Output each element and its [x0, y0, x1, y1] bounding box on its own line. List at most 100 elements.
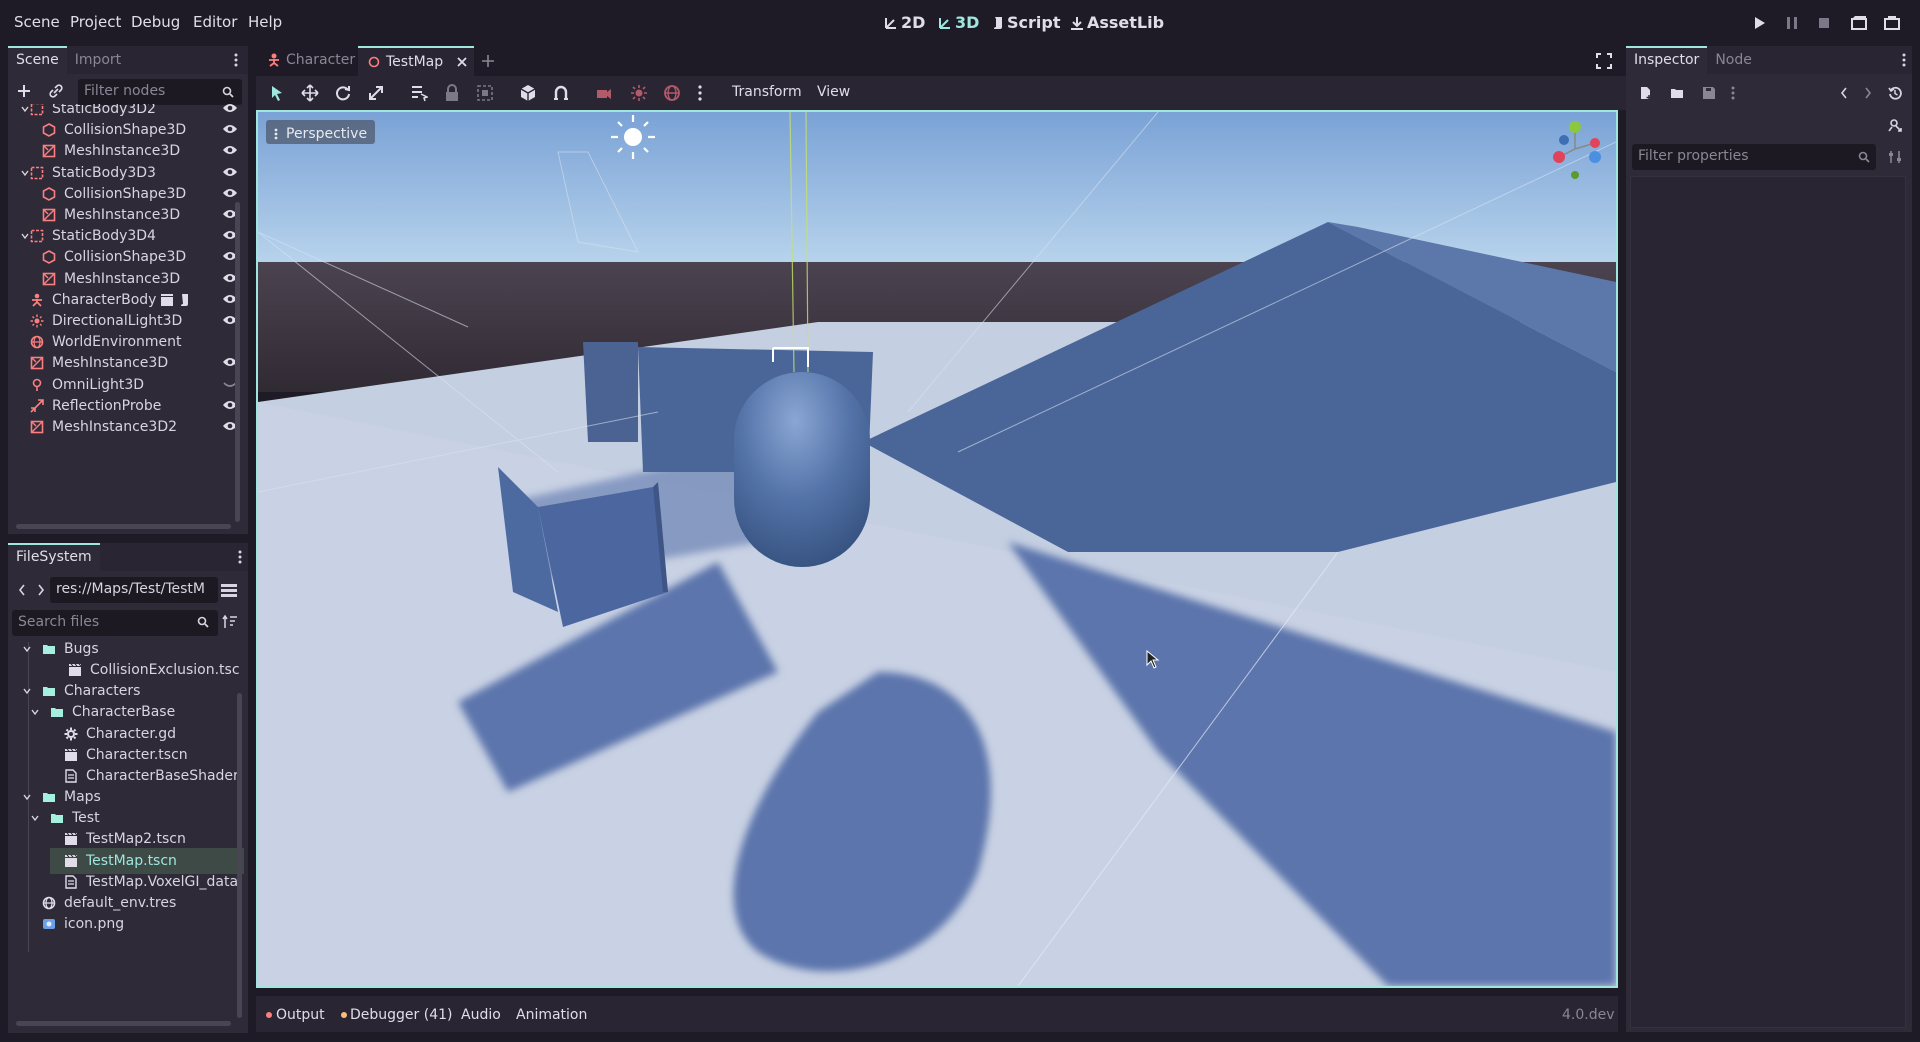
scene-tree-scrollbar[interactable] — [235, 202, 240, 522]
list-select-icon[interactable] — [410, 84, 428, 102]
tab-inspector[interactable]: Inspector — [1626, 46, 1708, 74]
visibility-eye-icon[interactable] — [222, 187, 238, 199]
menu-project[interactable]: Project — [70, 13, 121, 31]
scale-tool-icon[interactable] — [367, 84, 385, 102]
group-icon[interactable] — [476, 84, 494, 102]
expand-arrow-icon[interactable] — [30, 707, 40, 717]
3d-viewport[interactable]: Perspective — [256, 110, 1618, 988]
visibility-eye-icon[interactable] — [222, 123, 238, 135]
add-node-icon[interactable] — [17, 84, 31, 98]
forward-icon[interactable] — [37, 584, 45, 596]
workspace-2d-button[interactable]: 2D — [884, 13, 925, 32]
scene-tree-node-label: CollisionShape3D — [64, 249, 187, 266]
stop-icon[interactable] — [1818, 17, 1830, 29]
search-icon — [222, 86, 234, 98]
scene-tree: StaticBody3D2 CollisionShape3D MeshInstanc… — [8, 104, 240, 524]
rotate-tool-icon[interactable] — [334, 84, 352, 102]
snap-icon[interactable] — [552, 84, 570, 102]
scene-tab-testmap[interactable]: TestMap — [358, 46, 474, 76]
select-tool-icon[interactable] — [268, 84, 286, 102]
filter-nodes-input[interactable]: Filter nodes — [78, 79, 242, 105]
more-options-icon[interactable] — [1731, 86, 1735, 100]
menu-debug[interactable]: Debug — [131, 13, 180, 31]
close-icon[interactable] — [457, 57, 467, 67]
scene-tree-node-label: MeshInstance3D — [52, 355, 169, 372]
scene-tree-hscrollbar[interactable] — [16, 524, 231, 529]
inspector-dock: Inspector Node Filter properties — [1626, 46, 1912, 1032]
more-options-icon[interactable] — [698, 85, 702, 101]
view-menu[interactable]: View — [817, 84, 850, 100]
move-tool-icon[interactable] — [301, 84, 319, 102]
lock-icon[interactable] — [443, 84, 461, 102]
open-folder-icon[interactable] — [1670, 86, 1684, 100]
instance-and-script-icon[interactable] — [160, 293, 194, 307]
filter-properties-input[interactable]: Filter properties — [1632, 144, 1876, 170]
history-forward-icon[interactable] — [1864, 87, 1872, 99]
character-body-icon — [269, 53, 279, 67]
history-icon[interactable] — [1888, 86, 1902, 100]
camera-override-icon[interactable] — [595, 84, 613, 102]
object-properties-icon[interactable] — [1888, 118, 1902, 132]
dock-menu-icon[interactable] — [234, 53, 238, 67]
tab-filesystem[interactable]: FileSystem — [8, 543, 100, 571]
search-files-input[interactable]: Search files — [12, 610, 218, 636]
distraction-free-icon[interactable] — [1596, 53, 1612, 69]
scene-icon — [68, 663, 82, 677]
perspective-menu[interactable]: Perspective — [266, 120, 376, 144]
expand-arrow-icon[interactable] — [30, 813, 40, 823]
file-item-label: Maps — [64, 789, 101, 806]
scene-tree-node[interactable]: MeshInstance3D2 — [8, 414, 240, 440]
file-tree-scrollbar[interactable] — [237, 693, 242, 1018]
dock-menu-icon[interactable] — [1902, 53, 1906, 67]
tab-scene[interactable]: Scene — [8, 46, 67, 74]
play-custom-scene-icon[interactable] — [1884, 15, 1900, 31]
view-axis-gizmo-icon[interactable] — [1543, 117, 1607, 181]
expand-arrow-icon[interactable] — [22, 644, 32, 654]
sort-icon[interactable] — [222, 615, 238, 629]
pause-icon[interactable] — [1786, 16, 1798, 30]
play-scene-icon[interactable] — [1851, 15, 1867, 31]
expand-arrow-icon[interactable] — [22, 792, 32, 802]
visibility-eye-icon[interactable] — [222, 144, 238, 156]
dock-menu-icon[interactable] — [238, 550, 242, 564]
search-icon — [1858, 151, 1870, 163]
play-icon[interactable] — [1753, 15, 1767, 31]
file-item[interactable]: icon.png — [8, 911, 240, 937]
tab-import[interactable]: Import — [67, 46, 129, 74]
expand-arrow-icon[interactable] — [20, 231, 30, 241]
local-space-icon[interactable] — [519, 84, 537, 102]
path-field[interactable]: res://Maps/Test/TestM — [50, 577, 218, 603]
file-tree-hscrollbar[interactable] — [16, 1021, 231, 1026]
split-mode-icon[interactable] — [221, 583, 237, 597]
sun-preview-icon[interactable] — [630, 84, 648, 102]
menu-editor[interactable]: Editor — [193, 13, 237, 31]
tab-node[interactable]: Node — [1707, 46, 1760, 74]
workspace-script-button[interactable]: Script — [992, 13, 1060, 32]
history-back-icon[interactable] — [1840, 87, 1848, 99]
more-icon — [274, 128, 278, 139]
expand-arrow-icon[interactable] — [20, 104, 30, 114]
environment-preview-icon[interactable] — [663, 84, 681, 102]
workspace-3d-button[interactable]: 3D — [938, 13, 979, 32]
tab-animation[interactable]: Animation — [516, 1007, 587, 1023]
new-resource-icon[interactable] — [1639, 86, 1653, 100]
new-scene-tab-icon[interactable] — [481, 54, 495, 68]
expand-arrow-icon[interactable] — [22, 686, 32, 696]
property-settings-icon[interactable] — [1888, 150, 1902, 164]
back-icon[interactable] — [18, 584, 26, 596]
menu-help[interactable]: Help — [248, 13, 282, 31]
save-icon[interactable] — [1702, 86, 1716, 100]
resource-icon — [64, 769, 78, 783]
visibility-eye-icon[interactable] — [222, 166, 238, 178]
tab-output[interactable]: Output — [276, 1007, 325, 1023]
scene-tab-character[interactable]: Character — [260, 46, 358, 74]
menu-scene[interactable]: Scene — [14, 13, 60, 31]
transform-menu[interactable]: Transform — [732, 84, 802, 100]
tab-audio[interactable]: Audio — [461, 1007, 501, 1023]
link-icon[interactable] — [49, 84, 63, 98]
visibility-eye-icon[interactable] — [222, 104, 238, 114]
workspace-assetlib-button[interactable]: AssetLib — [1070, 13, 1164, 32]
tab-debugger[interactable]: Debugger (41) — [350, 1007, 452, 1023]
mesh-node-icon — [42, 208, 56, 222]
expand-arrow-icon[interactable] — [20, 168, 30, 178]
